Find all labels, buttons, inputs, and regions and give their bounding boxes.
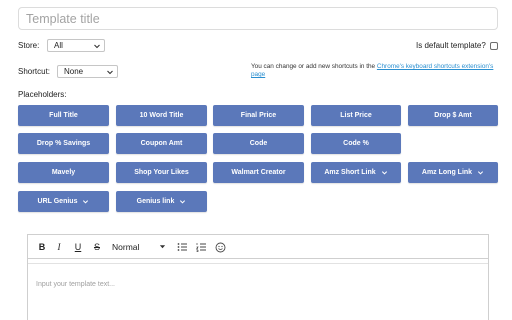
placeholder-10-word-title-button[interactable]: 10 Word Title (116, 105, 207, 126)
button-label: List Price (340, 112, 372, 119)
template-title-input[interactable] (18, 7, 498, 30)
italic-icon[interactable]: I (52, 240, 66, 254)
bold-icon[interactable]: B (35, 240, 49, 254)
button-label: Drop $ Amt (434, 112, 472, 119)
placeholder-drop-savings-button[interactable]: Drop % Savings (18, 133, 109, 154)
numbered-list-icon[interactable] (194, 240, 208, 254)
placeholder-final-price-button[interactable]: Final Price (213, 105, 304, 126)
placeholder-mavely-button[interactable]: Mavely (18, 162, 109, 183)
default-template-label: Is default template? (416, 41, 486, 50)
chevron-down-icon (92, 41, 101, 50)
bullet-list-icon[interactable] (175, 240, 189, 254)
placeholder-drop-amt-button[interactable]: Drop $ Amt (408, 105, 498, 126)
placeholder-url-genius-dropdown[interactable]: URL Genius (18, 191, 109, 212)
shortcut-help-text: You can change or add new shortcuts in t… (251, 63, 501, 79)
underline-icon[interactable]: U (71, 240, 85, 254)
chevron-down-icon (477, 169, 484, 176)
button-label: Code % (343, 140, 369, 147)
template-text-area[interactable]: Input your template text... (28, 263, 488, 320)
placeholder-amz-short-link-dropdown[interactable]: Amz Short Link (311, 162, 401, 183)
template-text-placeholder: Input your template text... (36, 281, 115, 288)
shortcut-select[interactable]: None (57, 65, 118, 78)
store-select[interactable]: All (47, 39, 105, 52)
strikethrough-icon[interactable]: S (90, 240, 104, 254)
button-label: Walmart Creator (231, 169, 286, 176)
button-label: Amz Short Link (324, 169, 376, 176)
placeholders-label: Placeholders: (18, 90, 67, 99)
store-label: Store: (18, 41, 40, 50)
button-label: Coupon Amt (140, 140, 183, 147)
button-label: Code (249, 140, 268, 147)
button-label: Full Title (49, 112, 78, 119)
shortcut-select-value: None (64, 67, 84, 76)
button-label: Genius link (136, 198, 175, 205)
button-label: 10 Word Title (139, 112, 184, 119)
editor-toolbar: B I U S Normal (28, 235, 488, 259)
placeholder-full-title-button[interactable]: Full Title (18, 105, 109, 126)
button-label: Final Price (240, 112, 277, 119)
placeholder-code-button[interactable]: Code (213, 133, 304, 154)
default-template-checkbox[interactable] (490, 42, 498, 50)
shortcut-help-prefix: You can change or add new shortcuts in t… (251, 63, 377, 70)
placeholder-list-price-button[interactable]: List Price (311, 105, 401, 126)
chevron-down-icon (179, 198, 186, 205)
chevron-down-icon (381, 169, 388, 176)
emoji-icon[interactable] (213, 240, 227, 254)
shortcut-label: Shortcut: (18, 67, 51, 76)
text-format-select[interactable]: Normal (112, 240, 166, 254)
store-select-value: All (54, 41, 63, 50)
button-label: URL Genius (37, 198, 78, 205)
chevron-down-icon (82, 198, 89, 205)
placeholder-amz-long-link-dropdown[interactable]: Amz Long Link (408, 162, 498, 183)
button-label: Drop % Savings (36, 140, 91, 147)
placeholder-walmart-creator-button[interactable]: Walmart Creator (213, 162, 304, 183)
text-format-value: Normal (112, 242, 140, 252)
placeholder-code-percent-button[interactable]: Code % (311, 133, 401, 154)
chevron-down-icon (105, 67, 114, 76)
placeholder-genius-link-dropdown[interactable]: Genius link (116, 191, 207, 212)
placeholder-shop-your-likes-button[interactable]: Shop Your Likes (116, 162, 207, 183)
button-label: Mavely (51, 169, 76, 176)
caret-down-icon (159, 242, 166, 252)
template-editor: B I U S Normal Input your template text.… (27, 234, 489, 320)
button-label: Amz Long Link (421, 169, 473, 176)
placeholder-coupon-amt-button[interactable]: Coupon Amt (116, 133, 207, 154)
button-label: Shop Your Likes (134, 169, 189, 176)
